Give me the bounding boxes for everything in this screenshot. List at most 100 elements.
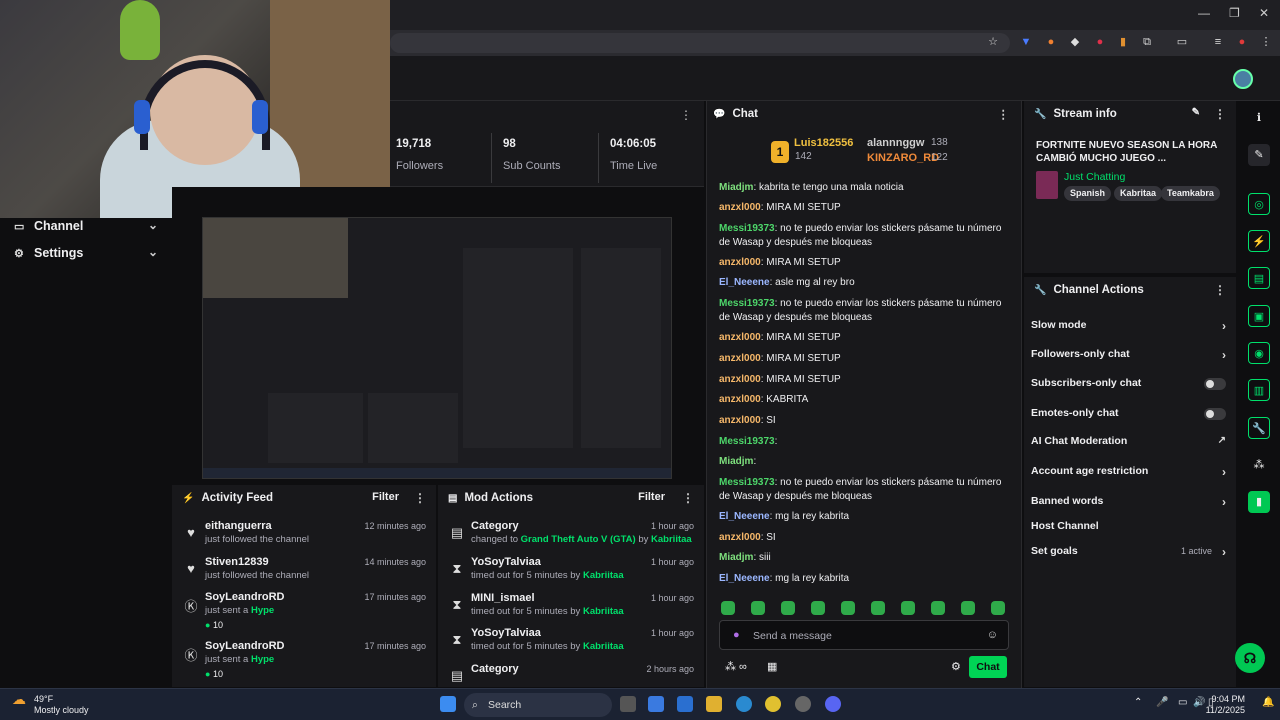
url-field[interactable] <box>390 33 1010 53</box>
more-icon[interactable]: ⋮ <box>1214 283 1226 297</box>
extension-icon[interactable]: ▮ <box>1248 491 1270 513</box>
channel-action-emotes-only-chat[interactable]: Emotes-only chat <box>1031 407 1226 429</box>
emote-icon[interactable] <box>931 601 945 615</box>
chat-username[interactable]: El_Neeene <box>719 573 770 584</box>
channel-action-set-goals[interactable]: Set goals › 1 active <box>1031 545 1226 567</box>
extension-icon[interactable]: ▼ <box>1018 34 1034 50</box>
emoji-icon[interactable]: ☺ <box>987 629 998 641</box>
chat-username[interactable]: El_Neeene <box>719 277 770 288</box>
channel-action-slow-mode[interactable]: Slow mode › <box>1031 319 1226 341</box>
chat-username[interactable]: anzxl000 <box>719 394 761 405</box>
channel-action-banned-words[interactable]: Banned words › <box>1031 495 1226 517</box>
chat-icon[interactable]: ▣ <box>1248 305 1270 327</box>
filter-button[interactable]: Filter <box>372 491 399 503</box>
windows-start-icon[interactable] <box>440 696 456 712</box>
taskbar-search[interactable]: ⌕ Search <box>464 693 612 717</box>
chat-username[interactable]: anzxl000 <box>719 332 761 343</box>
chat-username[interactable]: anzxl000 <box>719 202 761 213</box>
bookmark-star-icon[interactable]: ☆ <box>985 34 1001 50</box>
gear-icon[interactable]: ⚙ <box>951 660 961 673</box>
layout-icon[interactable]: ▥ <box>1248 379 1270 401</box>
chat-username[interactable]: anzxl000 <box>719 257 761 268</box>
sidebar-item-channel[interactable]: ▭ Channel ⌄ <box>0 213 172 239</box>
cast-icon[interactable]: ▭ <box>1174 34 1190 50</box>
mail-icon[interactable] <box>677 696 693 712</box>
chat-username[interactable]: anzxl000 <box>719 353 761 364</box>
emote-icon[interactable] <box>901 601 915 615</box>
sidebar-item-settings[interactable]: ⚙ Settings ⌄ <box>0 240 172 266</box>
emote-icon[interactable] <box>811 601 825 615</box>
extension-icon[interactable]: ◆ <box>1067 34 1083 50</box>
menu-icon[interactable]: ⋮ <box>1258 34 1274 50</box>
close-icon[interactable]: ✕ <box>1259 6 1269 20</box>
chat-username[interactable]: anzxl000 <box>719 415 761 426</box>
document-icon[interactable]: ▤ <box>1248 267 1270 289</box>
restore-icon[interactable]: ❐ <box>1229 6 1240 20</box>
chat-username[interactable]: Messi19373 <box>719 298 775 309</box>
extension-icon[interactable]: ▮ <box>1115 34 1131 50</box>
wrench-icon[interactable]: 🔧 <box>1248 417 1270 439</box>
chat-username[interactable]: El_Neeene <box>719 511 770 522</box>
more-icon[interactable]: ⋮ <box>680 108 692 122</box>
emote-icon[interactable] <box>841 601 855 615</box>
more-icon[interactable]: ⋮ <box>414 491 426 505</box>
puzzle-icon[interactable]: ⧉ <box>1139 34 1155 50</box>
mic-icon[interactable]: ● <box>733 629 740 641</box>
channel-action-followers-only-chat[interactable]: Followers-only chat › <box>1031 348 1226 370</box>
taskbar-clock[interactable]: 9:04 PM 11/2/2025 <box>1206 694 1245 716</box>
task-view-icon[interactable] <box>620 696 636 712</box>
apps-icon[interactable]: ⁂ <box>1248 454 1270 476</box>
bolt-icon[interactable]: ⚡ <box>1248 230 1270 252</box>
chat-username[interactable]: Messi19373 <box>719 477 775 488</box>
broadcast-icon[interactable]: ◉ <box>1248 342 1270 364</box>
edge-icon[interactable] <box>736 696 752 712</box>
info-icon[interactable]: ℹ <box>1248 107 1270 129</box>
channel-action-host-channel[interactable]: Host Channel <box>1031 520 1226 542</box>
copilot-icon[interactable] <box>648 696 664 712</box>
chevron-up-icon[interactable]: ⌃ <box>1134 697 1142 708</box>
chrome-icon[interactable] <box>765 696 781 712</box>
support-icon[interactable]: ☊ <box>1235 643 1265 673</box>
kick-points-icon[interactable]: ⁂ ∞ <box>725 660 747 673</box>
chat-username[interactable]: anzxl000 <box>719 374 761 385</box>
weather-widget[interactable]: ☁ 49°F Mostly cloudy <box>12 692 89 716</box>
emote-icon[interactable] <box>781 601 795 615</box>
media-icon[interactable]: ≡ <box>1210 34 1226 50</box>
edit-icon[interactable]: ✎ <box>1248 144 1270 166</box>
discord-icon[interactable] <box>825 696 841 712</box>
network-icon[interactable]: ▭ <box>1178 697 1187 708</box>
channel-action-subscribers-only-chat[interactable]: Subscribers-only chat <box>1031 377 1226 399</box>
category-label[interactable]: Just Chatting <box>1064 171 1125 183</box>
app-icon[interactable] <box>795 696 811 712</box>
notification-icon[interactable]: 🔔 <box>1262 697 1274 708</box>
emote-icon[interactable] <box>751 601 765 615</box>
chat-username[interactable]: Miadjm <box>719 182 753 193</box>
chat-username[interactable]: Miadjm <box>719 456 753 467</box>
volume-icon[interactable]: 🔊 <box>1193 697 1205 708</box>
chat-username[interactable]: Messi19373 <box>719 436 775 447</box>
minimize-icon[interactable]: — <box>1198 6 1210 20</box>
profile-icon[interactable]: ● <box>1234 34 1250 50</box>
chat-username[interactable]: Miadjm <box>719 552 753 563</box>
chat-input[interactable]: ● Send a message ☺ <box>719 620 1009 650</box>
emote-icon[interactable] <box>991 601 1005 615</box>
pencil-icon[interactable]: ✎ <box>1192 107 1200 118</box>
emote-icon[interactable] <box>871 601 885 615</box>
chat-username[interactable]: anzxl000 <box>719 532 761 543</box>
avatar[interactable] <box>1233 69 1253 89</box>
focus-icon[interactable]: ◎ <box>1248 193 1270 215</box>
chat-send-button[interactable]: Chat <box>969 656 1007 678</box>
channel-action-ai-chat-moderation[interactable]: AI Chat Moderation ↗ <box>1031 435 1226 457</box>
more-icon[interactable]: ⋮ <box>998 107 1010 121</box>
more-icon[interactable]: ⋮ <box>682 491 694 505</box>
emote-icon[interactable] <box>721 601 735 615</box>
more-icon[interactable]: ⋮ <box>1214 107 1226 121</box>
emote-icon[interactable] <box>961 601 975 615</box>
extension-icon[interactable]: ● <box>1092 34 1108 50</box>
store-icon[interactable]: ▦ <box>767 660 777 673</box>
filter-button[interactable]: Filter <box>638 491 665 503</box>
channel-action-account-age-restriction[interactable]: Account age restriction › <box>1031 465 1226 487</box>
toggle-switch[interactable] <box>1204 378 1226 390</box>
folder-icon[interactable] <box>706 696 722 712</box>
toggle-switch[interactable] <box>1204 408 1226 420</box>
